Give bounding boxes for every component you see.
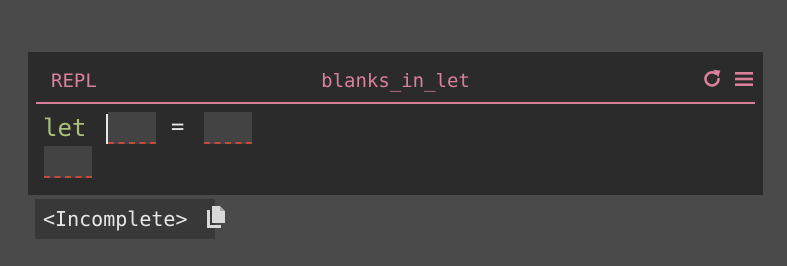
repl-title: blanks_in_let — [321, 70, 470, 92]
repl-panel: REPL blanks_in_let let = — [28, 52, 763, 195]
result-box: <Incomplete> — [35, 199, 225, 239]
pattern-hole[interactable] — [108, 112, 156, 144]
keyword-let: let — [43, 114, 87, 142]
menu-icon[interactable] — [733, 68, 755, 90]
result-value: <Incomplete> — [43, 207, 188, 231]
repl-header: REPL blanks_in_let — [36, 52, 755, 104]
refresh-icon[interactable] — [701, 68, 723, 90]
body-hole[interactable] — [44, 146, 92, 178]
code-editor[interactable]: let = — [43, 112, 748, 185]
copy-icon[interactable] — [205, 205, 227, 229]
header-icons — [701, 68, 755, 90]
definition-hole[interactable] — [204, 112, 252, 144]
equals-sign: = — [171, 115, 185, 140]
